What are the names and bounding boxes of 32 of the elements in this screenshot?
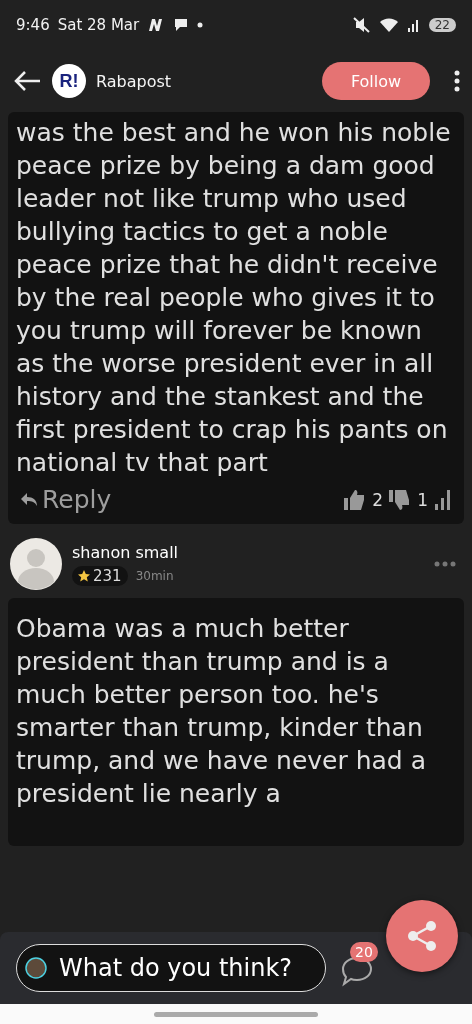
avatar[interactable] [10, 538, 62, 590]
battery-indicator: 22 [428, 18, 456, 32]
comment-age: 30min [135, 568, 174, 583]
star-icon [78, 569, 90, 582]
reply-button[interactable]: Reply [20, 485, 112, 514]
menu-icon[interactable] [454, 70, 460, 92]
mute-icon [352, 17, 371, 33]
author-name[interactable]: shanon small [72, 542, 179, 562]
signal-icon [406, 18, 421, 32]
site-logo: R! [52, 64, 86, 98]
status-time: 9:46 [16, 16, 50, 34]
like-count: 2 [372, 489, 384, 510]
reply-icon [20, 491, 38, 508]
points-badge: 231 [72, 565, 128, 586]
more-icon[interactable] [434, 561, 456, 567]
share-icon [405, 919, 439, 953]
dislike-count: 1 [417, 489, 428, 510]
site-name: Rabapost [96, 71, 172, 91]
comment-count-badge: 20 [350, 942, 378, 962]
thumbs-down-icon[interactable] [389, 489, 412, 510]
comment-text: Obama was a much better president than trump and is a much better person too. he's smarter than trump, kinder than trump, and we have never had a president lie nearly a [15, 613, 427, 810]
comment-input[interactable]: What do you think? [16, 944, 326, 992]
dot-icon [197, 22, 204, 28]
comment-text: was the best and he won his noble peace prize by being a dam good leader not like trump who used bullying tactics to get a noble peace prize that he didn't receive by the real people who gives it to you trump will forever be known as the worse president ever in all history and the stankest and the first president to crap his pants on national tv that part [15, 117, 452, 479]
share-button[interactable] [386, 900, 458, 972]
thumbs-up-icon[interactable] [344, 489, 367, 510]
user-avatar [25, 957, 47, 979]
stats-icon[interactable] [434, 489, 452, 510]
back-icon[interactable] [12, 69, 42, 93]
status-date: Sat 28 Mar [57, 16, 140, 34]
wifi-icon [378, 17, 399, 33]
chat-icon [173, 18, 190, 32]
